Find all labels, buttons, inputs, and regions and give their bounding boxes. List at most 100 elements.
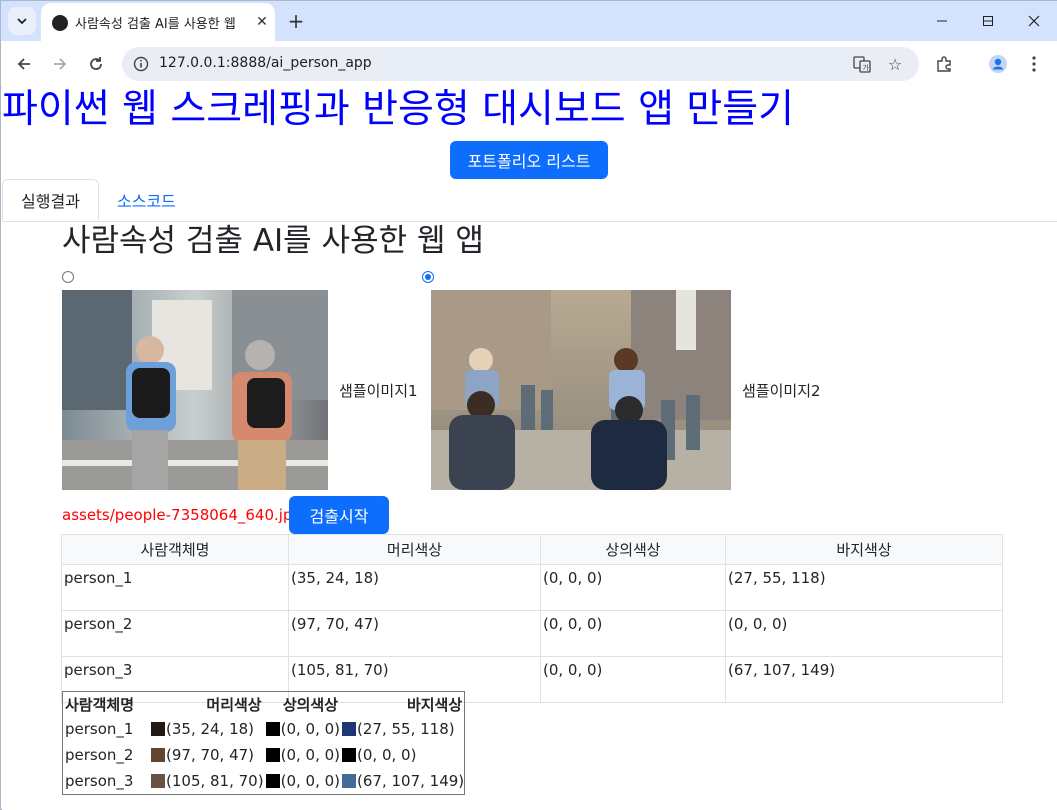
color-value: (0, 0, 0)	[280, 772, 341, 790]
column-header: 바지색상	[725, 534, 1003, 565]
hair-color-cell: (105, 81, 70)	[149, 768, 264, 794]
column-header: 머리색상	[288, 534, 541, 565]
results-table: 사람객체명 머리색상 상의색상 바지색상 person_1 (35, 24, 1…	[61, 534, 1003, 703]
column-header: 바지색상	[406, 695, 463, 714]
top-color-cell: (0, 0, 0)	[264, 742, 340, 768]
profile-avatar-icon[interactable]	[985, 51, 1011, 77]
color-value: (67, 107, 149)	[357, 772, 465, 790]
sample-image-1[interactable]	[62, 290, 328, 490]
title-bar: 사람속성 검출 AI를 사용한 웹 ✕ +	[1, 1, 1057, 41]
bookmark-star-icon[interactable]: ☆	[884, 53, 906, 75]
table-cell: (0, 0, 0)	[540, 656, 726, 703]
app-title: 사람속성 검출 AI를 사용한 웹 앱	[62, 223, 484, 259]
swatch-row: person_2 (97, 70, 47) (0, 0, 0) (0, 0, 0…	[63, 742, 464, 768]
maximize-icon	[983, 16, 993, 26]
color-swatch	[151, 748, 165, 762]
tab-results[interactable]: 실행결과	[2, 179, 99, 221]
hair-color-cell: (35, 24, 18)	[149, 716, 264, 742]
table-cell: (97, 70, 47)	[288, 610, 541, 657]
translate-icon[interactable]: 가	[851, 53, 873, 75]
top-color-cell: (0, 0, 0)	[264, 768, 340, 794]
tab-title: 사람속성 검출 AI를 사용한 웹	[75, 17, 236, 32]
selected-file-path: assets/people-7358064_640.jpg	[62, 506, 302, 524]
table-cell: (0, 0, 0)	[540, 610, 726, 657]
swatch-row: person_3 (105, 81, 70) (0, 0, 0) (67, 10…	[63, 768, 464, 794]
reload-icon	[90, 57, 102, 70]
browser-window: 사람속성 검출 AI를 사용한 웹 ✕ + 127.0.0.1:8888/ai_…	[0, 0, 1057, 810]
swatch-header-row: 사람객체명 머리색상 상의색상 바지색상	[63, 692, 464, 716]
column-header: 머리색상	[206, 695, 262, 714]
close-window-button[interactable]	[1011, 1, 1057, 41]
sample-image-2[interactable]	[431, 290, 731, 490]
color-value: (0, 0, 0)	[357, 746, 417, 764]
hair-color-cell: (97, 70, 47)	[149, 742, 264, 768]
table-cell: (67, 107, 149)	[725, 656, 1003, 703]
table-cell: (27, 55, 118)	[725, 564, 1003, 611]
sample2-label: 샘플이미지2	[742, 382, 821, 400]
table-cell: (0, 0, 0)	[540, 564, 726, 611]
color-value: (97, 70, 47)	[166, 746, 255, 764]
column-header: 사람객체명	[65, 695, 135, 714]
back-button[interactable]	[9, 49, 39, 79]
column-header: 사람객체명	[61, 534, 289, 565]
table-cell: person_1	[61, 564, 289, 611]
sample1-radio[interactable]	[62, 271, 74, 283]
table-row: person_1 (35, 24, 18) (0, 0, 0) (27, 55,…	[61, 564, 1003, 611]
table-cell: person_2	[61, 610, 289, 657]
page-content: 파이썬 웹 스크레핑과 반응형 대시보드 앱 만들기 포트폴리오 리스트 실행결…	[2, 87, 1057, 810]
table-header-row: 사람객체명 머리색상 상의색상 바지색상	[61, 534, 1003, 565]
sample2-radio[interactable]	[422, 271, 434, 283]
color-value: (0, 0, 0)	[280, 720, 341, 738]
chevron-down-icon	[17, 18, 27, 25]
color-swatch	[342, 722, 357, 736]
color-swatch	[151, 774, 165, 788]
person-name: person_3	[65, 772, 134, 790]
person-name: person_1	[65, 720, 134, 738]
extensions-icon[interactable]	[931, 51, 957, 77]
table-row: person_2 (97, 70, 47) (0, 0, 0) (0, 0, 0…	[61, 610, 1003, 657]
svg-text:가: 가	[863, 63, 870, 72]
swatch-row: person_1 (35, 24, 18) (0, 0, 0) (27, 55,…	[63, 716, 464, 742]
pants-color-cell: (67, 107, 149)	[340, 768, 464, 794]
color-swatch	[265, 774, 280, 788]
color-value: (27, 55, 118)	[357, 720, 455, 738]
maximize-button[interactable]	[965, 1, 1011, 41]
close-icon	[1028, 15, 1040, 27]
color-value: (35, 24, 18)	[166, 720, 255, 738]
tab-bar: 실행결과 소스코드	[2, 179, 1057, 222]
browser-toolbar: 127.0.0.1:8888/ai_person_app 가 ☆	[1, 41, 1057, 88]
table-cell: (0, 0, 0)	[725, 610, 1003, 657]
person-name: person_2	[65, 746, 134, 764]
tab-source-code[interactable]: 소스코드	[117, 179, 176, 221]
minimize-window-button[interactable]	[919, 1, 965, 41]
close-tab-icon[interactable]: ✕	[252, 12, 272, 32]
favicon-icon	[52, 15, 68, 31]
url-text: 127.0.0.1:8888/ai_person_app	[159, 55, 372, 71]
color-swatch	[265, 722, 280, 736]
color-swatch	[151, 722, 165, 736]
pants-color-cell: (0, 0, 0)	[340, 742, 464, 768]
column-header: 상의색상	[540, 534, 726, 565]
color-swatch-table: 사람객체명 머리색상 상의색상 바지색상 person_1 (35, 24, 1…	[62, 691, 466, 795]
portfolio-list-button[interactable]: 포트폴리오 리스트	[450, 141, 608, 179]
reload-button[interactable]	[81, 49, 111, 79]
color-swatch	[342, 774, 357, 788]
color-value: (0, 0, 0)	[280, 746, 341, 764]
top-color-cell: (0, 0, 0)	[264, 716, 340, 742]
browser-tab[interactable]: 사람속성 검출 AI를 사용한 웹 ✕	[41, 3, 275, 41]
tab-search-button[interactable]	[8, 7, 36, 35]
site-info-icon[interactable]	[130, 53, 152, 75]
forward-button[interactable]	[45, 49, 75, 79]
page-title: 파이썬 웹 스크레핑과 반응형 대시보드 앱 만들기	[2, 87, 794, 132]
new-tab-button[interactable]: +	[284, 9, 308, 33]
minimize-icon	[937, 20, 947, 22]
forward-arrow-icon	[54, 58, 67, 70]
color-swatch	[265, 748, 280, 762]
start-detection-button[interactable]: 검출시작	[289, 496, 389, 534]
color-value: (105, 81, 70)	[166, 772, 264, 790]
back-arrow-icon	[17, 58, 30, 70]
sample1-label: 샘플이미지1	[339, 382, 418, 400]
more-menu-icon[interactable]	[1021, 51, 1047, 77]
table-cell: (35, 24, 18)	[288, 564, 541, 611]
address-bar[interactable]: 127.0.0.1:8888/ai_person_app 가 ☆	[122, 47, 919, 81]
